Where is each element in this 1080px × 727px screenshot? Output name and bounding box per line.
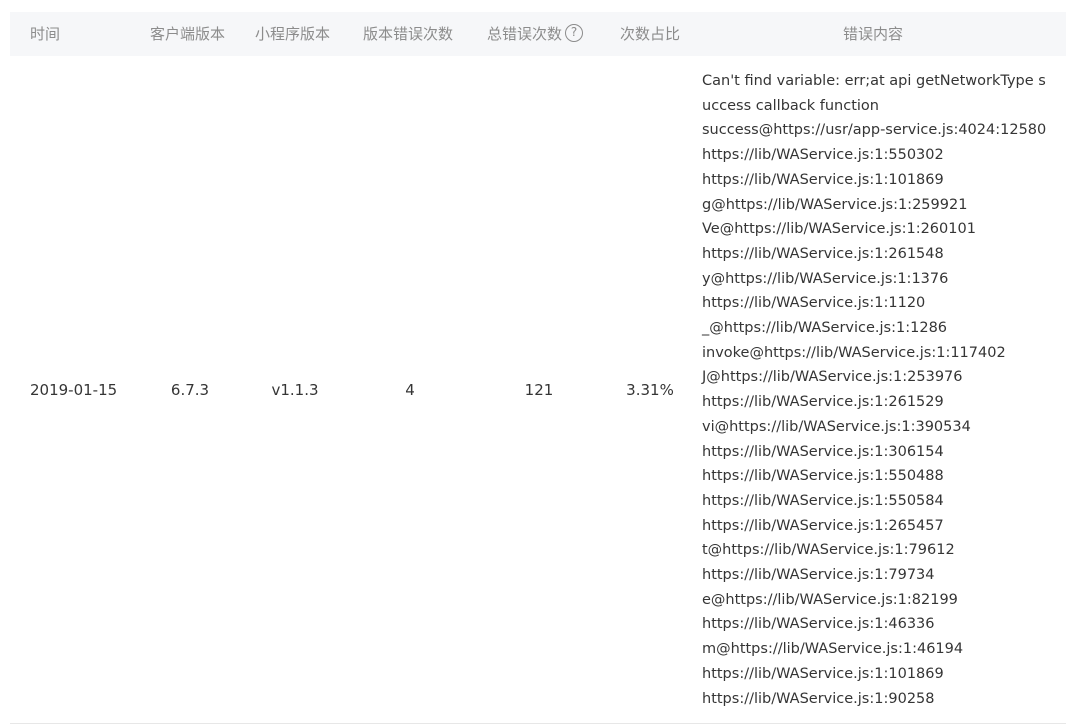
error-line: https://lib/WAService.js:1:550302: [702, 147, 944, 164]
table-row: 2019-01-15 6.7.3 v1.1.3 4 121 3.31% Can'…: [10, 56, 1066, 724]
error-line: t@https://lib/WAService.js:1:79612: [702, 542, 955, 559]
error-line: _@https://lib/WAService.js:1:1286: [702, 320, 948, 337]
error-line: success@https://usr/app-service.js:4024:…: [702, 122, 1047, 139]
error-line: https://lib/WAService.js:1:265457: [702, 517, 944, 534]
header-total-error-count[interactable]: 总错误次数?: [487, 12, 584, 56]
error-line: vi@https://lib/WAService.js:1:390534: [702, 418, 971, 435]
error-line: e@https://lib/WAService.js:1:82199: [702, 591, 958, 608]
error-line: https://lib/WAService.js:1:550488: [702, 468, 944, 485]
cell-time: 2019-01-15: [30, 380, 118, 399]
header-client-version[interactable]: 客户端版本: [150, 12, 225, 56]
error-line: invoke@https://lib/WAService.js:1:117402: [702, 344, 1006, 361]
table-header-row: 时间 客户端版本 小程序版本 版本错误次数 总错误次数? 次数占比 错误内容: [10, 12, 1066, 56]
header-count-ratio[interactable]: 次数占比: [620, 12, 680, 56]
cell-miniprogram-version: v1.1.3: [271, 380, 319, 399]
error-line: https://lib/WAService.js:1:79734: [702, 567, 935, 584]
header-error-content: 错误内容: [843, 25, 904, 43]
error-line: https://lib/WAService.js:1:90258: [702, 690, 935, 707]
help-icon[interactable]: ?: [565, 24, 584, 42]
cell-client-version: 6.7.3: [170, 380, 210, 399]
cell-total-error-count: 121: [524, 380, 554, 399]
error-line: https://lib/WAService.js:1:306154: [702, 443, 944, 460]
header-time[interactable]: 时间: [30, 12, 60, 56]
error-line: g@https://lib/WAService.js:1:259921: [702, 196, 968, 213]
error-line: https://lib/WAService.js:1:261548: [702, 245, 944, 262]
header-version-error-count[interactable]: 版本错误次数: [363, 12, 453, 56]
error-line: https://lib/WAService.js:1:101869: [702, 171, 944, 188]
error-table: 时间 客户端版本 小程序版本 版本错误次数 总错误次数? 次数占比 错误内容 2…: [10, 12, 1066, 724]
header-miniprogram-version[interactable]: 小程序版本: [255, 12, 330, 56]
error-line: https://lib/WAService.js:1:46336: [702, 616, 935, 633]
error-line: m@https://lib/WAService.js:1:46194: [702, 641, 964, 658]
error-line: Can't find variable: err;at api getNetwo…: [702, 73, 1046, 114]
header-total-error-count-label: 总错误次数: [487, 25, 563, 43]
error-line: Ve@https://lib/WAService.js:1:260101: [702, 221, 976, 238]
error-line: https://lib/WAService.js:1:261529: [702, 394, 944, 411]
error-line: y@https://lib/WAService.js:1:1376: [702, 270, 949, 287]
error-line: J@https://lib/WAService.js:1:253976: [702, 369, 963, 386]
error-line: https://lib/WAService.js:1:550584: [702, 492, 944, 509]
cell-error-content: Can't find variable: err;at api getNetwo…: [702, 69, 1050, 711]
cell-version-error-count: 4: [405, 380, 415, 399]
cell-count-ratio: 3.31%: [626, 380, 674, 399]
error-line: https://lib/WAService.js:1:1120: [702, 295, 926, 312]
error-line: https://lib/WAService.js:1:101869: [702, 665, 944, 682]
